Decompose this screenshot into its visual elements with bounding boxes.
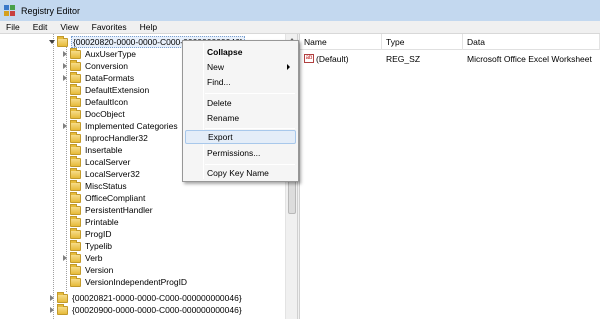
menu-item-new[interactable]: New bbox=[185, 60, 296, 74]
tree-node-auxusertype[interactable]: AuxUserType bbox=[61, 47, 137, 60]
list-row[interactable]: ab (Default) REG_SZ Microsoft Office Exc… bbox=[300, 52, 600, 65]
menu-item-find[interactable]: Find... bbox=[185, 75, 296, 89]
folder-icon bbox=[70, 59, 81, 71]
folder-icon bbox=[70, 83, 81, 95]
folder-icon bbox=[70, 95, 81, 107]
tree-node-implemented-categories[interactable]: Implemented Categories bbox=[61, 119, 179, 132]
folder-icon bbox=[70, 155, 81, 167]
ab-string-icon: ab bbox=[304, 54, 314, 63]
folder-icon bbox=[70, 239, 81, 251]
tree-node-version[interactable]: Version bbox=[61, 263, 114, 276]
folder-icon bbox=[70, 167, 81, 179]
expand-arrow-icon[interactable] bbox=[48, 304, 55, 316]
folder-icon bbox=[70, 179, 81, 191]
tree-node-sibling[interactable]: {00020821-0000-0000-C000-000000000046} bbox=[48, 291, 243, 304]
tree-node-verb[interactable]: Verb bbox=[61, 251, 104, 264]
menu-view[interactable]: View bbox=[60, 22, 78, 32]
context-menu: Collapse New Find... Delete Rename Expor… bbox=[182, 40, 299, 182]
folder-icon bbox=[57, 35, 68, 47]
column-header-data[interactable]: Data bbox=[463, 34, 600, 50]
row-name-cell: ab (Default) bbox=[304, 53, 349, 64]
folder-icon bbox=[70, 203, 81, 215]
tree-node-persistenthandler[interactable]: PersistentHandler bbox=[61, 203, 154, 216]
menu-item-rename[interactable]: Rename bbox=[185, 111, 296, 125]
tree-node-localserver[interactable]: LocalServer bbox=[61, 155, 131, 168]
menu-item-permissions[interactable]: Permissions... bbox=[185, 146, 296, 160]
column-header-name[interactable]: Name bbox=[300, 34, 382, 50]
tree-node-conversion[interactable]: Conversion bbox=[61, 59, 129, 72]
folder-icon bbox=[70, 143, 81, 155]
tree-node-dataformats[interactable]: DataFormats bbox=[61, 71, 135, 84]
tree-node-versionindependentprogid[interactable]: VersionIndependentProgID bbox=[61, 275, 188, 288]
tree-node-docobject[interactable]: DocObject bbox=[61, 107, 126, 120]
folder-icon bbox=[70, 275, 81, 287]
menu-separator bbox=[205, 93, 295, 94]
registry-editor-icon bbox=[4, 4, 16, 17]
tree-node-progid[interactable]: ProgID bbox=[61, 227, 112, 240]
folder-icon bbox=[70, 227, 81, 239]
expand-arrow-icon[interactable] bbox=[61, 72, 68, 84]
tree-node-printable[interactable]: Printable bbox=[61, 215, 120, 228]
collapse-arrow-icon[interactable] bbox=[48, 36, 55, 48]
folder-icon bbox=[70, 263, 81, 275]
menu-item-export[interactable]: Export bbox=[185, 130, 296, 144]
tree-guide-line bbox=[53, 34, 54, 319]
expand-arrow-icon[interactable] bbox=[61, 252, 68, 264]
folder-icon bbox=[70, 47, 81, 59]
folder-icon bbox=[70, 191, 81, 203]
expand-arrow-icon[interactable] bbox=[61, 60, 68, 72]
tree-node-inprochandler32[interactable]: InprocHandler32 bbox=[61, 131, 149, 144]
tree-node-localserver32[interactable]: LocalServer32 bbox=[61, 167, 141, 180]
expand-arrow-icon[interactable] bbox=[48, 292, 55, 304]
menu-bar: File Edit View Favorites Help bbox=[0, 21, 600, 34]
folder-icon bbox=[70, 71, 81, 83]
tree-node-insertable[interactable]: Insertable bbox=[61, 143, 123, 156]
tree-node-officecompliant[interactable]: OfficeCompliant bbox=[61, 191, 146, 204]
folder-icon bbox=[70, 107, 81, 119]
menu-edit[interactable]: Edit bbox=[33, 22, 48, 32]
values-list[interactable]: Name Type Data ab (Default) REG_SZ Micro… bbox=[300, 34, 600, 319]
expand-arrow-icon[interactable] bbox=[61, 48, 68, 60]
menu-file[interactable]: File bbox=[6, 22, 20, 32]
column-header-type[interactable]: Type bbox=[382, 34, 463, 50]
row-type-cell: REG_SZ bbox=[386, 53, 421, 64]
menu-item-delete[interactable]: Delete bbox=[185, 96, 296, 110]
title-bar: Registry Editor bbox=[0, 0, 600, 21]
folder-icon bbox=[70, 251, 81, 263]
folder-icon bbox=[57, 291, 68, 303]
submenu-arrow-icon bbox=[287, 64, 290, 70]
menu-help[interactable]: Help bbox=[140, 22, 157, 32]
menu-separator bbox=[205, 128, 295, 129]
row-data-cell: Microsoft Office Excel Worksheet bbox=[467, 53, 592, 64]
menu-item-copy-key-name[interactable]: Copy Key Name bbox=[185, 166, 296, 180]
list-header: Name Type Data bbox=[300, 34, 600, 50]
menu-favorites[interactable]: Favorites bbox=[92, 22, 127, 32]
folder-icon bbox=[57, 303, 68, 315]
tree-node-defaulticon[interactable]: DefaultIcon bbox=[61, 95, 129, 108]
window-title: Registry Editor bbox=[21, 5, 81, 16]
tree-node-defaultextension[interactable]: DefaultExtension bbox=[61, 83, 150, 96]
folder-icon bbox=[70, 215, 81, 227]
menu-item-collapse[interactable]: Collapse bbox=[185, 45, 296, 59]
tree-node-typelib[interactable]: Typelib bbox=[61, 239, 113, 252]
folder-icon bbox=[70, 119, 81, 131]
menu-separator bbox=[205, 164, 295, 165]
tree-node-miscstatus[interactable]: MiscStatus bbox=[61, 179, 128, 192]
folder-icon bbox=[70, 131, 81, 143]
tree-node-sibling[interactable]: {00020900-0000-0000-C000-000000000046} bbox=[48, 303, 243, 316]
expand-arrow-icon[interactable] bbox=[61, 120, 68, 132]
